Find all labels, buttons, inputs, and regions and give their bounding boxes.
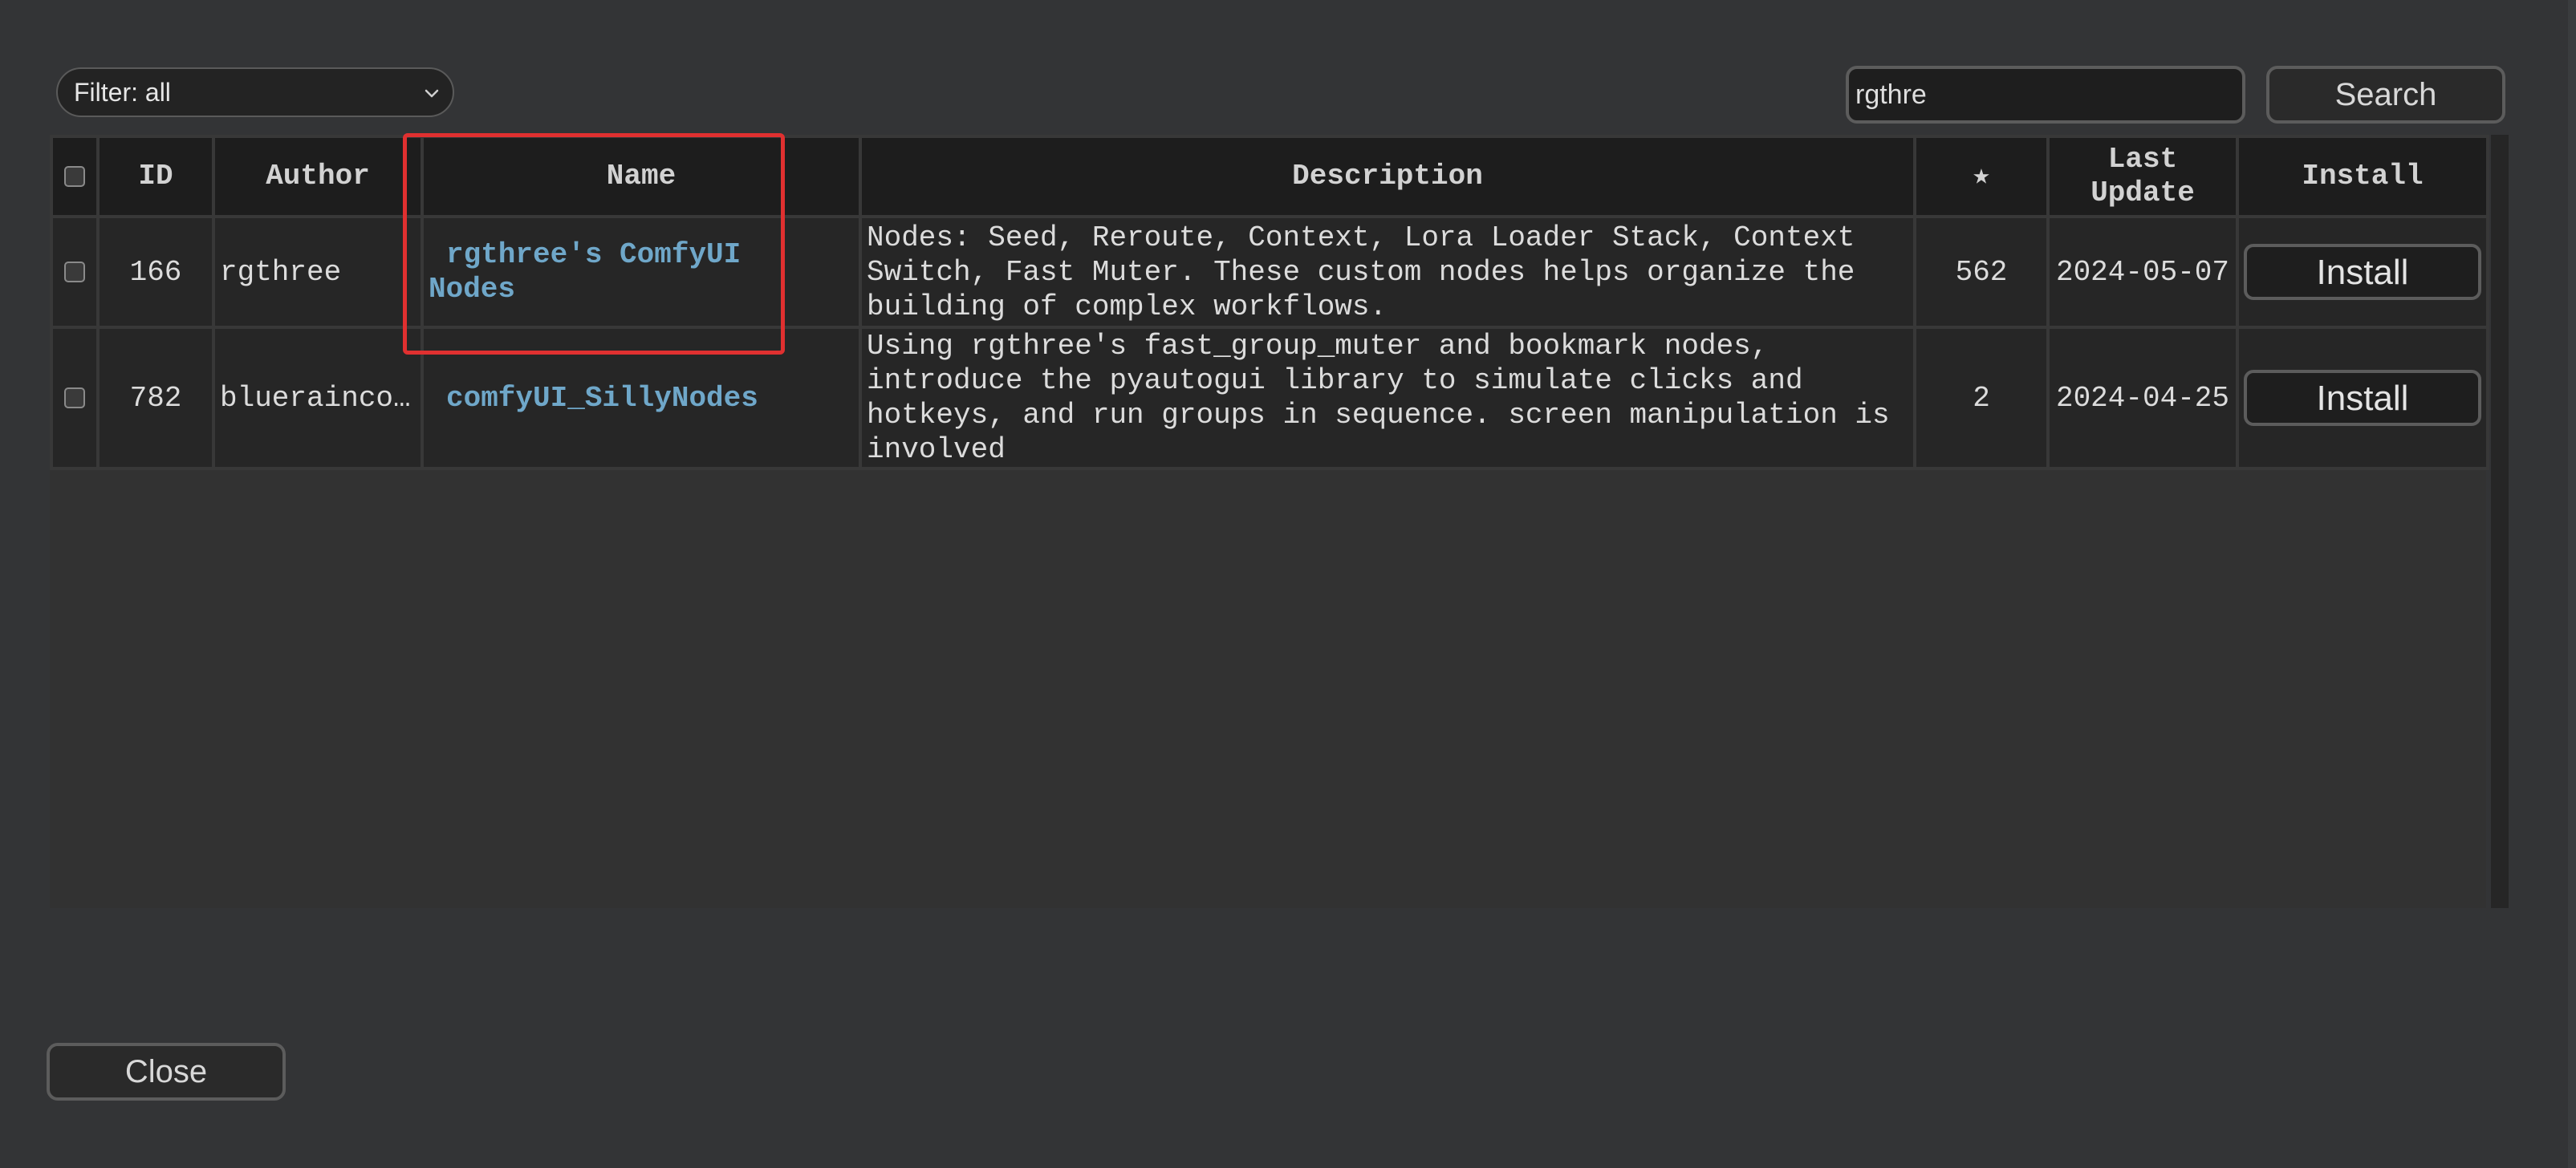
row-name-cell: comfyUI_SillyNodes <box>421 326 862 470</box>
row-last-update: 2024-04-25 <box>2046 326 2239 470</box>
header-id[interactable]: ID <box>96 135 215 218</box>
row-description: Nodes: Seed, Reroute, Context, Lora Load… <box>859 215 1916 329</box>
close-button[interactable]: Close <box>47 1043 286 1101</box>
table-header-row: ID Author Name Description ★ Last Update… <box>50 135 2489 218</box>
install-button[interactable]: Install <box>2244 370 2481 426</box>
row-last-update: 2024-05-07 <box>2046 215 2239 329</box>
header-last-update-label: Last Update <box>2090 143 2195 209</box>
filter-select-label: Filter: all <box>74 77 171 107</box>
table-row: 782 bluerainco… comfyUI_SillyNodes Using… <box>50 326 2489 470</box>
header-description[interactable]: Description <box>859 135 1916 218</box>
select-all-checkbox[interactable] <box>64 166 85 187</box>
header-install[interactable]: Install <box>2236 135 2489 218</box>
table-row: 166 rgthree rgthree's ComfyUI Nodes Node… <box>50 215 2489 329</box>
row-install-cell: Install <box>2236 215 2489 329</box>
custom-nodes-manager-dialog: Filter: all Search ID Author <box>0 0 2576 1168</box>
header-stars[interactable]: ★ <box>1913 135 2050 218</box>
nodes-table-container: ID Author Name Description ★ Last Update… <box>50 135 2489 908</box>
row-author: bluerainco… <box>212 326 424 470</box>
row-stars: 2 <box>1913 326 2050 470</box>
header-author[interactable]: Author <box>212 135 424 218</box>
install-button[interactable]: Install <box>2244 244 2481 300</box>
row-checkbox[interactable] <box>64 262 85 282</box>
node-name-link[interactable]: rgthree's ComfyUI Nodes <box>429 238 741 306</box>
chevron-down-icon <box>425 89 439 98</box>
node-name-link[interactable]: comfyUI_SillyNodes <box>446 382 758 415</box>
search-input[interactable] <box>1846 66 2245 124</box>
nodes-table: ID Author Name Description ★ Last Update… <box>50 135 2489 470</box>
header-last-update[interactable]: Last Update <box>2046 135 2239 218</box>
row-name-cell: rgthree's ComfyUI Nodes <box>421 215 862 329</box>
row-select-cell <box>50 326 100 470</box>
search-button[interactable]: Search <box>2266 66 2505 124</box>
row-install-cell: Install <box>2236 326 2489 470</box>
header-name[interactable]: Name <box>421 135 862 218</box>
row-stars: 562 <box>1913 215 2050 329</box>
row-select-cell <box>50 215 100 329</box>
window-edge <box>2568 0 2576 1168</box>
select-all-header[interactable] <box>50 135 100 218</box>
table-scrollbar[interactable] <box>2491 135 2509 908</box>
row-description: Using rgthree's fast_group_muter and boo… <box>859 326 1916 470</box>
row-id: 782 <box>96 326 215 470</box>
row-checkbox[interactable] <box>64 387 85 408</box>
row-author: rgthree <box>212 215 424 329</box>
row-id: 166 <box>96 215 215 329</box>
filter-select[interactable]: Filter: all <box>56 67 454 117</box>
